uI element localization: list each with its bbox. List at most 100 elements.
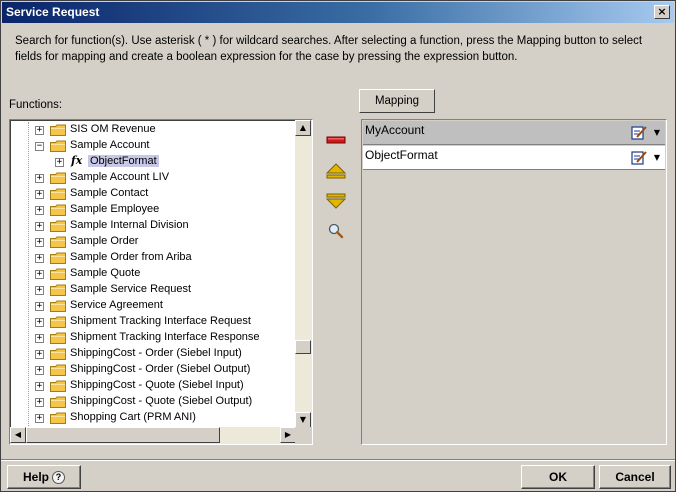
tree-item[interactable]: + Sample Contact: [10, 186, 296, 202]
folder-icon: [50, 300, 66, 312]
expand-icon[interactable]: +: [35, 382, 44, 391]
chevron-down-icon[interactable]: ▼: [654, 153, 660, 162]
mapping-list[interactable]: MyAccount ▼ ObjectFormat ▼: [361, 119, 667, 445]
tree-item[interactable]: + Sample Order from Ariba: [10, 250, 296, 266]
move-down-button[interactable]: [325, 191, 347, 211]
tree-item[interactable]: + Sample Account LIV: [10, 170, 296, 186]
mapping-row-myaccount[interactable]: MyAccount ▼: [363, 121, 665, 145]
close-button[interactable]: ×: [654, 5, 670, 19]
tree-item[interactable]: + Sample Internal Division: [10, 218, 296, 234]
mapping-row-objectformat[interactable]: ObjectFormat ▼: [363, 146, 665, 170]
tree-item-label: Shipment Tracking Interface Request: [70, 315, 251, 327]
scroll-up-button[interactable]: ▲: [295, 120, 311, 136]
tree-item-label: Sample Account: [70, 139, 150, 151]
tree-item[interactable]: + ShippingCost - Order (Siebel Output): [10, 362, 296, 378]
tree-item-label: Sample Account LIV: [70, 171, 170, 183]
folder-icon: [50, 316, 66, 328]
folder-icon: [50, 364, 66, 376]
search-button[interactable]: [325, 221, 347, 241]
instructions-text: Search for function(s). Use asterisk ( *…: [15, 35, 643, 63]
tree-item[interactable]: + Sample Quote: [10, 266, 296, 282]
expand-icon[interactable]: +: [35, 366, 44, 375]
vertical-scroll-thumb[interactable]: [295, 340, 311, 354]
folder-icon: [50, 396, 66, 408]
folder-icon: [50, 268, 66, 280]
expand-icon[interactable]: +: [35, 254, 44, 263]
tree-item-label: Sample Quote: [70, 267, 141, 279]
tree-item[interactable]: + Shipment Tracking Interface Request: [10, 314, 296, 330]
tree-item-label: Sample Order: [70, 235, 139, 247]
collapse-icon[interactable]: −: [35, 142, 44, 151]
expand-icon[interactable]: +: [35, 206, 44, 215]
folder-icon: [50, 124, 66, 136]
expand-icon[interactable]: +: [35, 126, 44, 135]
tree-item[interactable]: + Sample Employee: [10, 202, 296, 218]
remove-icon: [326, 136, 346, 144]
expand-icon[interactable]: +: [35, 302, 44, 311]
scroll-left-button[interactable]: ◀: [10, 427, 26, 443]
move-up-button[interactable]: [325, 161, 347, 181]
ok-button[interactable]: OK: [521, 465, 595, 489]
tree-item[interactable]: − Sample Account: [10, 138, 296, 154]
tree-item-label: ShippingCost - Quote (Siebel Output): [70, 395, 253, 407]
scroll-corner: [295, 427, 312, 444]
folder-icon: [50, 188, 66, 200]
footer-separator: [1, 459, 675, 461]
folder-icon: [50, 220, 66, 232]
expand-icon[interactable]: +: [35, 334, 44, 343]
folder-icon: [50, 412, 66, 424]
expand-icon[interactable]: +: [35, 350, 44, 359]
tree-item[interactable]: + ShippingCost - Quote (Siebel Input): [10, 378, 296, 394]
scroll-down-button[interactable]: ▼: [295, 412, 311, 428]
remove-button[interactable]: [325, 131, 347, 151]
folder-icon: [50, 380, 66, 392]
tree-horizontal-scrollbar[interactable]: ◀ ▶: [10, 427, 296, 444]
expand-icon[interactable]: +: [35, 318, 44, 327]
expand-icon[interactable]: +: [35, 286, 44, 295]
tree-item-label: ObjectFormat: [88, 155, 159, 167]
expand-icon[interactable]: +: [35, 414, 44, 423]
folder-icon: [50, 172, 66, 184]
mapping-button[interactable]: Mapping: [359, 89, 435, 113]
chevron-down-icon[interactable]: ▼: [654, 128, 660, 137]
tree-item-label: Sample Internal Division: [70, 219, 189, 231]
folder-icon: [50, 252, 66, 264]
functions-tree[interactable]: + SIS OM Revenue − Sample Account + fx ObjectF…: [9, 119, 313, 445]
folder-icon: [50, 236, 66, 248]
expand-icon[interactable]: +: [35, 270, 44, 279]
tree-item[interactable]: + ShippingCost - Order (Siebel Input): [10, 346, 296, 362]
help-button[interactable]: Help?: [7, 465, 81, 489]
tree-item[interactable]: + Shopping Cart (PRM ANI): [10, 410, 296, 426]
tree-item[interactable]: + Service Agreement: [10, 298, 296, 314]
tree-vertical-scrollbar[interactable]: ▲ ▼: [295, 120, 312, 428]
tree-item[interactable]: + Shipment Tracking Interface Response: [10, 330, 296, 346]
expand-icon[interactable]: +: [35, 190, 44, 199]
expand-icon[interactable]: +: [35, 238, 44, 247]
scroll-right-button[interactable]: ▶: [280, 427, 296, 443]
tree-item-label: ShippingCost - Order (Siebel Output): [70, 363, 251, 375]
tree-item[interactable]: + Sample Service Request: [10, 282, 296, 298]
tree-connector: [28, 122, 29, 426]
expand-icon[interactable]: +: [35, 174, 44, 183]
tree-rows: + SIS OM Revenue − Sample Account + fx ObjectF…: [10, 122, 296, 426]
expand-icon[interactable]: +: [55, 158, 64, 167]
expand-icon[interactable]: +: [35, 222, 44, 231]
tree-item[interactable]: + ShippingCost - Quote (Siebel Output): [10, 394, 296, 410]
folder-icon: [50, 348, 66, 360]
mapping-row-label: MyAccount: [365, 123, 425, 137]
tree-item-label: SIS OM Revenue: [70, 123, 156, 135]
tree-item[interactable]: + Sample Order: [10, 234, 296, 250]
window-title: Service Request: [6, 5, 100, 19]
tree-item[interactable]: + fx ObjectFormat: [10, 154, 296, 170]
edit-expression-icon[interactable]: [631, 150, 647, 165]
horizontal-scroll-thumb[interactable]: [26, 427, 220, 443]
help-icon: ?: [52, 471, 65, 485]
tree-item-label: Sample Employee: [70, 203, 160, 215]
cancel-button[interactable]: Cancel: [599, 465, 671, 489]
arrow-down-icon: [325, 193, 347, 209]
folder-icon: [50, 332, 66, 344]
title-bar: Service Request ×: [2, 2, 674, 23]
edit-expression-icon[interactable]: [631, 125, 647, 140]
tree-item[interactable]: + SIS OM Revenue: [10, 122, 296, 138]
expand-icon[interactable]: +: [35, 398, 44, 407]
